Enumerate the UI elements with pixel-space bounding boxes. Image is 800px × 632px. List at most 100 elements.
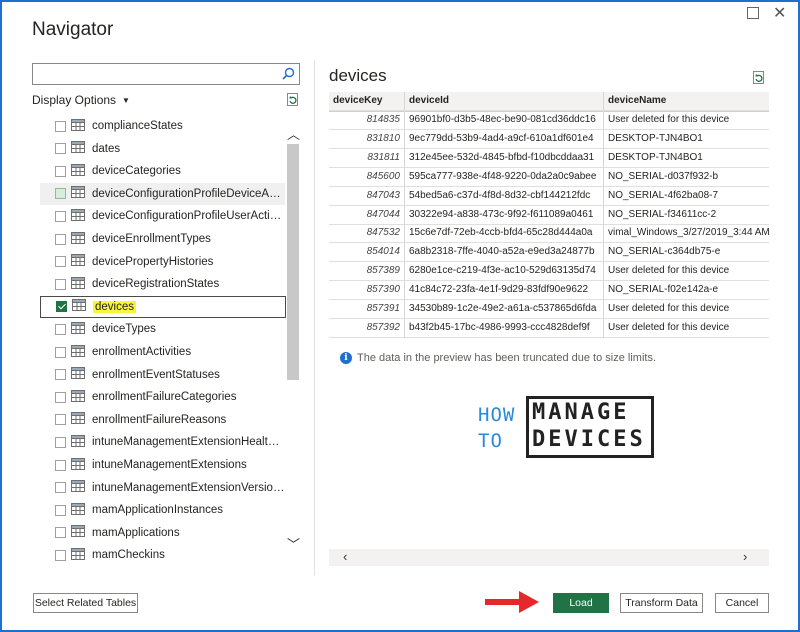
list-item-label: intuneManagementExtensionHealthSta...	[92, 436, 285, 449]
display-options-dropdown[interactable]: Display Options ▼	[32, 93, 130, 107]
item-checkbox[interactable]	[55, 143, 66, 155]
transform-data-button[interactable]: Transform Data	[620, 593, 703, 613]
dialog-title: Navigator	[32, 19, 114, 40]
item-checkbox[interactable]	[55, 459, 66, 471]
refresh-icon[interactable]	[286, 92, 300, 112]
item-checkbox[interactable]	[55, 414, 66, 426]
list-item[interactable]: complianceStates	[40, 115, 285, 137]
table-cell: 857391	[329, 300, 405, 319]
table-row: 854014 6a8b2318-7ffe-4040-a52a-e9ed3a2487…	[329, 243, 769, 263]
item-checkbox[interactable]	[55, 120, 66, 132]
item-checkbox[interactable]	[55, 527, 66, 539]
list-item[interactable]: deviceConfigurationProfileUserActivities	[40, 205, 285, 227]
list-item[interactable]: enrollmentEventStatuses	[40, 364, 285, 386]
table-row: 847043 54bed5a6-c37d-4f8d-8d32-cbf144212f…	[329, 186, 769, 206]
table-cell: User deleted for this device	[604, 300, 769, 319]
item-checkbox[interactable]	[55, 210, 66, 222]
load-button[interactable]: Load	[553, 593, 609, 613]
list-item[interactable]: devices	[40, 295, 286, 318]
item-checkbox[interactable]	[55, 482, 66, 494]
scroll-right-icon[interactable]: ›	[743, 549, 747, 564]
list-item-label: mamCheckins	[92, 549, 165, 562]
table-cell: 15c6e7df-72eb-4ccb-bfd4-65c28d444a0a	[405, 224, 604, 244]
list-item[interactable]: deviceCategories	[40, 160, 285, 182]
search-input[interactable]	[32, 63, 300, 85]
refresh-preview-icon[interactable]	[752, 70, 766, 90]
column-header[interactable]: deviceId	[405, 92, 604, 111]
scrollbar-thumb[interactable]	[287, 144, 299, 380]
select-related-tables-button[interactable]: Select Related Tables	[33, 593, 138, 613]
item-checkbox[interactable]	[55, 233, 66, 245]
table-cell: 857390	[329, 281, 405, 301]
truncation-text: The data in the preview has been truncat…	[357, 352, 657, 364]
table-list: complianceStates dates deviceCategories dev…	[40, 114, 300, 568]
item-checkbox[interactable]	[55, 549, 66, 561]
table-cell: 854014	[329, 243, 405, 263]
column-header[interactable]: deviceName	[604, 92, 769, 111]
table-cell: 30322e94-a838-473c-9f92-f611089a0461	[405, 205, 604, 225]
list-item-label: deviceEnrollmentTypes	[92, 233, 211, 245]
list-item[interactable]: devicePropertyHistories	[40, 251, 285, 273]
watermark-logo: HOW TO MANAGE DEVICES	[474, 396, 658, 460]
pane-divider	[314, 60, 315, 575]
list-item[interactable]: enrollmentFailureCategories	[40, 386, 285, 408]
table-cell: DESKTOP-TJN4BO1	[604, 149, 769, 168]
item-checkbox[interactable]	[55, 278, 66, 290]
list-item[interactable]: enrollmentActivities	[40, 341, 285, 363]
search-field[interactable]	[36, 64, 280, 84]
table-icon	[71, 412, 85, 427]
item-checkbox[interactable]	[55, 369, 66, 381]
list-item-label: deviceTypes	[92, 323, 156, 336]
table-cell: NO_SERIAL-f34611cc-2	[604, 206, 769, 225]
list-item[interactable]: intuneManagementExtensions	[40, 454, 285, 476]
list-item-label: devicePropertyHistories	[92, 255, 214, 268]
preview-horizontal-scrollbar[interactable]: ‹ ›	[329, 549, 769, 566]
table-icon	[71, 231, 85, 247]
list-item[interactable]: intuneManagementExtensionVersions	[40, 477, 285, 499]
table-icon	[71, 480, 85, 495]
red-arrow-annotation	[485, 591, 539, 613]
list-item[interactable]: mamApplications	[40, 522, 285, 544]
table-cell: User deleted for this device	[604, 262, 769, 282]
list-item-label: intuneManagementExtensions	[92, 459, 247, 471]
item-checkbox[interactable]	[55, 346, 66, 358]
list-scrollbar[interactable]: ︿ ﹀	[286, 114, 300, 568]
close-button[interactable]: ✕	[773, 3, 786, 23]
table-icon	[71, 389, 85, 405]
search-icon[interactable]	[282, 67, 295, 85]
table-cell: 814835	[329, 111, 405, 130]
table-cell: NO_SERIAL-4f62ba08-7	[604, 187, 769, 206]
scroll-down-icon[interactable]: ﹀	[287, 534, 300, 553]
item-checkbox[interactable]	[55, 323, 66, 335]
table-cell: 831811	[329, 148, 405, 168]
list-item[interactable]: mamCheckins	[40, 544, 285, 566]
table-icon	[72, 299, 86, 314]
list-item[interactable]: deviceEnrollmentTypes	[40, 228, 285, 250]
cancel-button[interactable]: Cancel	[715, 593, 769, 613]
table-cell: 34530b89-1c2e-49e2-a61a-c537865d6fda	[405, 300, 604, 319]
table-cell: 847532	[329, 224, 405, 244]
table-cell: 312e45ee-532d-4845-bfbd-f10dbcddaa31	[405, 148, 604, 168]
list-item[interactable]: intuneManagementExtensionHealthSta...	[40, 431, 285, 453]
item-checkbox[interactable]	[55, 165, 66, 177]
item-checkbox[interactable]	[55, 188, 66, 200]
item-checkbox[interactable]	[55, 504, 66, 516]
item-checkbox[interactable]	[55, 256, 66, 268]
logo-manage: MANAGE	[532, 400, 630, 425]
preview-title: devices	[329, 66, 387, 85]
list-item[interactable]: deviceRegistrationStates	[40, 273, 285, 295]
item-checkbox[interactable]	[55, 436, 66, 448]
item-checkbox[interactable]	[55, 391, 66, 403]
list-item[interactable]: dates	[40, 138, 285, 160]
maximize-button[interactable]	[747, 7, 759, 19]
list-item[interactable]: mamApplicationInstances	[40, 499, 285, 521]
scroll-left-icon[interactable]: ‹	[343, 549, 347, 564]
list-item[interactable]: deviceConfigurationProfileDeviceActivi..…	[40, 182, 285, 205]
scroll-up-icon[interactable]: ︿	[287, 124, 300, 143]
item-checkbox[interactable]	[56, 301, 67, 313]
list-item[interactable]: deviceTypes	[40, 318, 285, 340]
logo-devices: DEVICES	[532, 427, 646, 452]
list-item[interactable]: enrollmentFailureReasons	[40, 409, 285, 431]
table-cell: 6a8b2318-7ffe-4040-a52a-e9ed3a24877b	[405, 243, 604, 263]
column-header[interactable]: deviceKey	[329, 92, 405, 111]
